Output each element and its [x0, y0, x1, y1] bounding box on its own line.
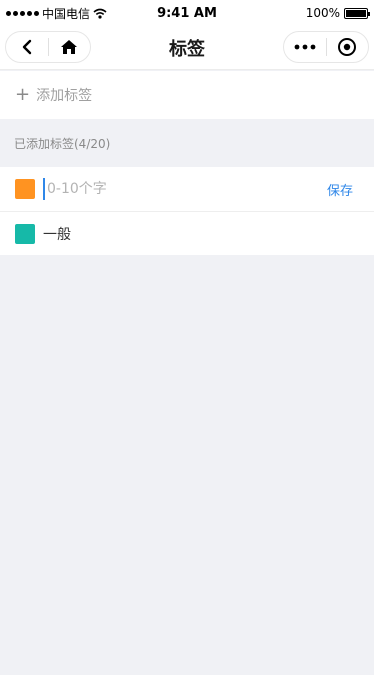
add-tag-label: 添加标签 — [36, 88, 93, 104]
more-button[interactable] — [284, 32, 326, 62]
nav-capsule-right — [283, 31, 369, 63]
back-chevron-icon — [22, 39, 31, 55]
wifi-icon — [93, 8, 107, 19]
plus-icon: + — [15, 84, 31, 105]
battery-percent: 100% — [305, 6, 340, 20]
tag-row[interactable]: 一般 — [0, 211, 374, 255]
tag-color-swatch — [15, 223, 35, 244]
more-dots-icon — [294, 44, 316, 50]
signal-icon — [6, 10, 39, 16]
battery-fill — [346, 9, 366, 17]
home-icon — [61, 40, 78, 54]
status-bar: 中国电信 9:41 AM 100% — [0, 0, 374, 26]
status-right: 100% — [305, 6, 370, 20]
battery-icon — [344, 7, 370, 19]
close-miniprogram-button[interactable] — [327, 32, 369, 62]
page-title: 标签 — [169, 38, 205, 60]
new-tag-row: 保存 — [0, 167, 374, 211]
section-header: 已添加标签(4/20) — [14, 136, 111, 151]
home-button[interactable] — [49, 32, 91, 62]
back-button[interactable] — [6, 32, 48, 62]
tag-label: 一般 — [43, 226, 71, 243]
tag-list: 保存 一般 — [0, 167, 374, 255]
save-button[interactable]: 保存 — [327, 180, 353, 199]
carrier-label: 中国电信 — [42, 6, 91, 21]
nav-bar: 标签 — [0, 26, 374, 70]
target-circle-icon — [338, 38, 357, 56]
add-tag-button[interactable]: + 添加标签 — [0, 71, 374, 119]
new-tag-color-swatch[interactable] — [15, 179, 35, 199]
status-left: 中国电信 — [6, 5, 107, 22]
tag-name-input[interactable] — [43, 178, 319, 200]
nav-capsule-left — [5, 31, 91, 63]
